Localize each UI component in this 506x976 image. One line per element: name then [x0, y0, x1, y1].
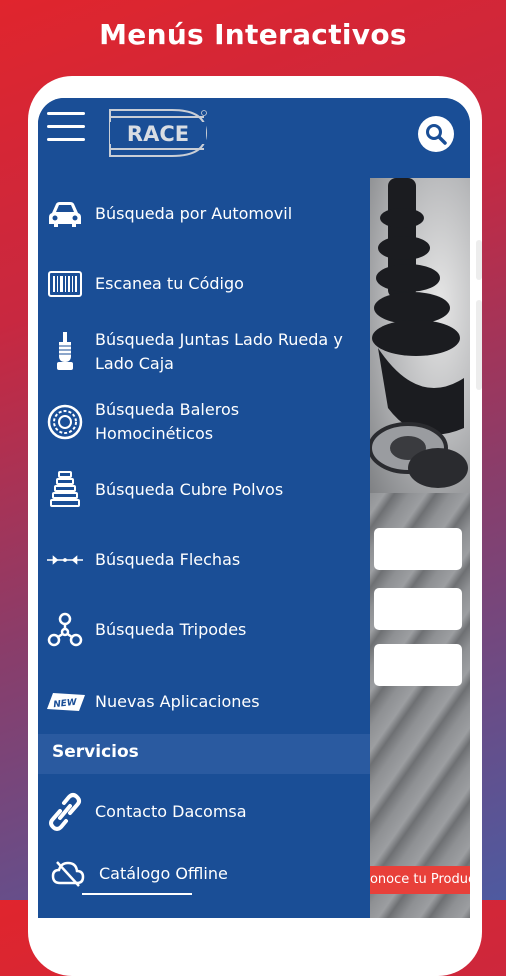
menu-item-label: Escanea tu Código — [95, 274, 244, 293]
hamburger-menu-icon[interactable] — [47, 112, 85, 142]
menu-item-label: Búsqueda Cubre Polvos — [95, 480, 284, 499]
menu-item-label: Contacto Dacomsa — [95, 802, 247, 821]
menu-item-juntas[interactable]: Búsqueda Juntas Lado Rueda y Lado Caja — [38, 322, 370, 382]
product-photo — [368, 178, 470, 493]
app-header: RACE — [38, 98, 470, 178]
search-icon — [426, 124, 447, 145]
link-icon — [47, 793, 83, 831]
menu-item-tripodes[interactable]: Búsqueda Tripodes — [38, 612, 370, 648]
menu-item-contacto[interactable]: Contacto Dacomsa — [38, 792, 370, 832]
background-input[interactable] — [374, 588, 462, 630]
menu-item-label: Búsqueda Flechas — [95, 550, 241, 569]
shaft-icon — [47, 542, 83, 578]
background-input[interactable] — [374, 644, 462, 686]
new-badge-icon: NEW — [43, 684, 87, 720]
section-header-servicios: Servicios — [38, 734, 370, 774]
promo-headline: Menús Interactivos — [99, 18, 407, 51]
menu-item-label: Búsqueda Baleros Homocinéticos — [95, 400, 240, 443]
phone-side-button — [476, 240, 482, 280]
menu-item-label: Catálogo Offline — [99, 864, 228, 883]
menu-item-label: Nuevas Aplicaciones — [95, 692, 260, 711]
phone-side-button — [476, 300, 482, 390]
bearing-icon — [47, 404, 83, 440]
cv-joint-icon — [47, 332, 83, 370]
race-logo: RACE — [109, 109, 208, 157]
barcode-icon — [47, 266, 83, 302]
background-input[interactable] — [374, 528, 462, 570]
menu-item-flechas[interactable]: Búsqueda Flechas — [38, 542, 370, 578]
menu-item-escanea-codigo[interactable]: Escanea tu Código — [38, 266, 370, 302]
tripod-icon — [47, 612, 83, 648]
cloud-offline-icon — [50, 856, 86, 892]
dust-boot-icon — [47, 471, 83, 508]
search-button[interactable] — [418, 116, 454, 152]
app-screen: ¿Conoce tu Producto? RACE — [38, 98, 470, 918]
menu-item-baleros[interactable]: Búsqueda Baleros Homocinéticos — [38, 392, 370, 452]
know-your-product-button[interactable]: ¿Conoce tu Producto? — [368, 866, 470, 894]
car-icon — [47, 196, 83, 232]
menu-item-label: Búsqueda Juntas Lado Rueda y Lado Caja — [95, 330, 343, 373]
menu-item-busqueda-automovil[interactable]: Búsqueda por Automovil — [38, 196, 370, 232]
menu-item-catalogo-offline[interactable]: Catálogo Offline — [38, 856, 370, 892]
menu-item-label: Búsqueda Tripodes — [95, 620, 247, 639]
menu-item-nuevas-aplicaciones[interactable]: NEW Nuevas Aplicaciones — [38, 684, 370, 720]
bottom-divider — [82, 893, 192, 895]
menu-item-cubre-polvos[interactable]: Búsqueda Cubre Polvos — [38, 471, 370, 508]
svg-text:RACE: RACE — [127, 122, 189, 146]
menu-item-label: Búsqueda por Automovil — [95, 204, 293, 223]
main-content-background: ¿Conoce tu Producto? — [368, 178, 470, 918]
